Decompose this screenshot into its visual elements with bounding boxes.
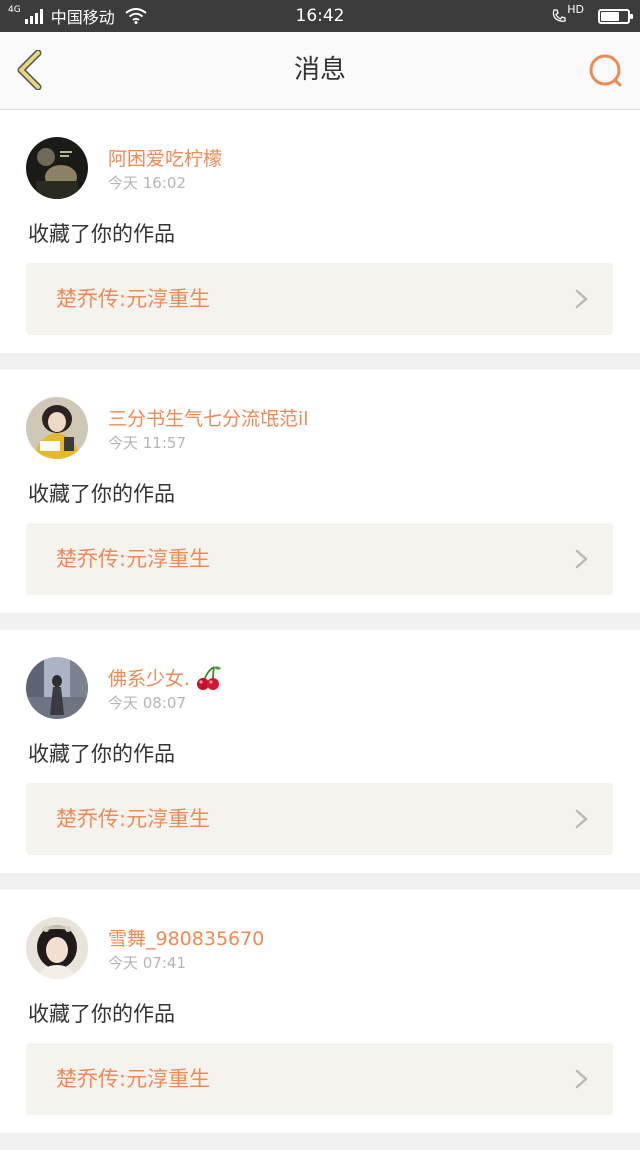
- action-text: 收藏了你的作品: [28, 222, 175, 246]
- timestamp: 今天 08:07: [108, 694, 186, 712]
- message-card: 阿困爱吃柠檬 今天 16:02 收藏了你的作品 楚乔传:元淳重生: [0, 110, 640, 353]
- phone-icon: [553, 9, 566, 22]
- work-title: 楚乔传:元淳重生: [56, 287, 211, 311]
- search-icon: [589, 54, 622, 87]
- avatar[interactable]: [26, 137, 88, 199]
- chevron-right-icon: [575, 809, 588, 829]
- username[interactable]: 阿困爱吃柠檬: [108, 144, 222, 171]
- hd-call-indicator: HD: [551, 3, 584, 24]
- page-title: 消息: [293, 55, 346, 85]
- work-title: 楚乔传:元淳重生: [56, 547, 211, 571]
- chevron-right-icon: [575, 1069, 588, 1089]
- battery-level: [601, 11, 620, 21]
- timestamp: 今天 07:41: [108, 954, 186, 972]
- work-link[interactable]: 楚乔传:元淳重生: [26, 523, 613, 595]
- username[interactable]: 三分书生气七分流氓范il: [108, 404, 309, 431]
- username-text: 雪舞_980835670: [108, 928, 265, 950]
- clock: 16:42: [295, 6, 345, 26]
- chevron-right-icon: [575, 549, 588, 569]
- message-card: 佛系少女. 今天 08:07 收藏了你的作品 楚乔传:元淳重生: [0, 630, 640, 873]
- chevron-left-icon: [17, 49, 42, 91]
- work-link[interactable]: 楚乔传:元淳重生: [26, 783, 613, 855]
- status-bar-right: HD: [551, 0, 633, 32]
- work-title: 楚乔传:元淳重生: [56, 1067, 211, 1091]
- chevron-right-icon: [575, 289, 588, 309]
- avatar[interactable]: [26, 657, 88, 719]
- avatar[interactable]: [26, 917, 88, 979]
- username-text: 佛系少女.: [108, 668, 191, 690]
- action-text: 收藏了你的作品: [28, 1002, 175, 1026]
- hd-label: HD: [567, 3, 584, 16]
- battery-icon: [598, 8, 633, 24]
- status-bar: 4G 中国移动 16:42 HD: [0, 0, 640, 32]
- work-link[interactable]: 楚乔传:元淳重生: [26, 263, 613, 335]
- username-text: 三分书生气七分流氓范il: [108, 408, 309, 430]
- work-link[interactable]: 楚乔传:元淳重生: [26, 1043, 613, 1115]
- username[interactable]: 佛系少女.: [108, 664, 222, 691]
- back-button[interactable]: [12, 49, 52, 91]
- timestamp: 今天 11:57: [108, 434, 186, 452]
- nav-bar: 消息: [0, 32, 640, 110]
- avatar[interactable]: [26, 397, 88, 459]
- cherry-icon: [197, 665, 222, 690]
- action-text: 收藏了你的作品: [28, 742, 175, 766]
- message-card: 雪舞_980835670 今天 07:41 收藏了你的作品 楚乔传:元淳重生: [0, 890, 640, 1133]
- action-text: 收藏了你的作品: [28, 482, 175, 506]
- timestamp: 今天 16:02: [108, 174, 186, 192]
- search-button[interactable]: [586, 52, 626, 92]
- username-text: 阿困爱吃柠檬: [108, 148, 223, 170]
- message-list: 阿困爱吃柠檬 今天 16:02 收藏了你的作品 楚乔传:元淳重生 三分书生气七分…: [0, 110, 640, 1150]
- work-title: 楚乔传:元淳重生: [56, 807, 211, 831]
- message-card: 三分书生气七分流氓范il 今天 11:57 收藏了你的作品 楚乔传:元淳重生: [0, 370, 640, 613]
- username[interactable]: 雪舞_980835670: [108, 924, 264, 951]
